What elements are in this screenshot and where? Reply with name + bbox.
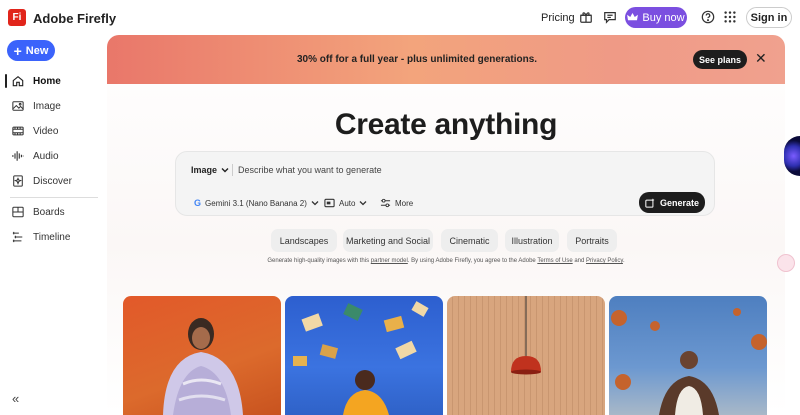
page-title: Create anything <box>334 108 558 141</box>
scrollbar-track[interactable] <box>785 35 800 415</box>
buy-now-label: Buy now <box>642 11 685 24</box>
terms-text-part: . By using Adobe Firefly, you agree to t… <box>407 258 538 264</box>
apps-grid-icon[interactable] <box>723 10 737 24</box>
more-options[interactable]: More <box>380 198 413 208</box>
aspect-label: Auto <box>339 198 356 208</box>
sidebar: + New Home Image Video Audio Discover Bo… <box>0 35 107 415</box>
model-selector[interactable]: G Gemini 3.1 (Nano Banana 2) <box>194 198 319 208</box>
promo-text: 30% off for a full year - plus unlimited… <box>297 54 538 65</box>
sidebar-item-label: Audio <box>33 150 59 162</box>
sidebar-item-boards[interactable]: Boards <box>12 206 65 218</box>
video-icon <box>12 126 24 136</box>
chip-illustration[interactable]: Illustration <box>505 229 559 252</box>
basketballs-illustration <box>611 308 767 415</box>
chip-marketing-and-social[interactable]: Marketing and Social <box>343 229 433 252</box>
app-title[interactable]: Adobe Firefly <box>33 11 116 26</box>
active-indicator <box>5 74 7 88</box>
new-button-label: New <box>25 44 49 57</box>
new-button[interactable]: + New <box>7 40 55 61</box>
generate-button[interactable]: Generate <box>639 192 705 213</box>
flying-books-illustration <box>293 301 429 415</box>
discover-icon <box>13 175 23 187</box>
sidebar-item-label: Timeline <box>33 231 71 243</box>
close-icon[interactable]: ✕ <box>755 50 767 67</box>
audio-icon <box>12 151 24 161</box>
collapse-icon[interactable]: « <box>12 391 19 406</box>
chevron-down-icon <box>360 201 367 206</box>
gallery-image-pendant-lamp[interactable] <box>447 296 605 415</box>
more-label: More <box>395 198 414 208</box>
terms-of-use-link[interactable]: Terms of Use <box>537 258 572 264</box>
firefly-logo[interactable]: Fi <box>8 9 26 26</box>
sidebar-item-video[interactable]: Video <box>12 125 58 137</box>
chip-portraits[interactable]: Portraits <box>567 229 617 252</box>
prompt-separator <box>232 164 233 176</box>
feedback-icon[interactable] <box>777 254 795 272</box>
chat-icon[interactable] <box>603 10 617 24</box>
sidebar-item-image[interactable]: Image <box>12 100 61 112</box>
help-icon[interactable] <box>701 10 715 24</box>
terms-text-part: Generate high-quality images with this <box>267 258 371 264</box>
buy-now-button[interactable]: Buy now <box>625 7 687 28</box>
gallery-image-flying-books[interactable] <box>285 296 443 415</box>
timeline-icon <box>12 231 23 243</box>
gift-icon[interactable] <box>579 10 593 24</box>
type-dropdown[interactable]: Image <box>191 165 229 175</box>
privacy-policy-link[interactable]: Privacy Policy <box>586 258 623 264</box>
sidebar-item-label: Home <box>33 75 61 87</box>
aspect-ratio-icon <box>324 198 335 208</box>
main-content: 30% off for a full year - plus unlimited… <box>107 35 785 415</box>
chip-cinematic[interactable]: Cinematic <box>441 229 498 252</box>
pendant-lamp-illustration <box>511 296 541 375</box>
gallery-image-basketballs[interactable] <box>609 296 767 415</box>
chevron-down-icon <box>311 201 319 206</box>
see-plans-button[interactable]: See plans <box>693 50 747 69</box>
image-icon <box>12 101 24 111</box>
prompt-input[interactable]: Describe what you want to generate <box>238 165 382 175</box>
sidebar-divider <box>10 197 98 198</box>
terms-text-part: . <box>622 258 625 264</box>
boards-icon <box>12 206 24 218</box>
top-bar: Fi Adobe Firefly Pricing Buy now Sign in <box>0 0 800 35</box>
gallery-image-puffer-jacket[interactable] <box>123 296 281 415</box>
generate-icon <box>645 197 655 208</box>
crown-icon <box>627 13 639 21</box>
type-label: Image <box>191 165 218 175</box>
partner-model-link[interactable]: partner model <box>371 258 408 264</box>
sliders-icon <box>380 198 391 208</box>
sidebar-item-timeline[interactable]: Timeline <box>12 231 70 243</box>
terms-text-part: and <box>572 258 587 264</box>
prompt-box: Image Describe what you want to generate… <box>175 151 715 216</box>
sidebar-item-label: Boards <box>33 206 65 218</box>
generate-label: Generate <box>659 197 700 208</box>
sign-in-button[interactable]: Sign in <box>746 7 792 28</box>
promo-banner: 30% off for a full year - plus unlimited… <box>107 35 785 84</box>
chip-landscapes[interactable]: Landscapes <box>271 229 337 252</box>
pricing-link[interactable]: Pricing <box>541 12 575 24</box>
home-icon <box>12 75 24 87</box>
sidebar-item-label: Image <box>33 100 61 112</box>
google-icon: G <box>194 198 202 208</box>
terms-text: Generate high-quality images with this p… <box>107 258 785 264</box>
sidebar-item-label: Video <box>33 125 59 137</box>
aspect-selector[interactable]: Auto <box>324 198 367 208</box>
sidebar-item-label: Discover <box>33 175 72 187</box>
sidebar-item-discover[interactable]: Discover <box>12 175 72 187</box>
model-label: Gemini 3.1 (Nano Banana 2) <box>205 198 307 208</box>
chevron-down-icon <box>221 168 229 173</box>
puffer-jacket-illustration <box>163 318 243 415</box>
sidebar-item-home[interactable]: Home <box>12 75 61 87</box>
plus-icon: + <box>13 42 22 59</box>
sidebar-item-audio[interactable]: Audio <box>12 150 59 162</box>
